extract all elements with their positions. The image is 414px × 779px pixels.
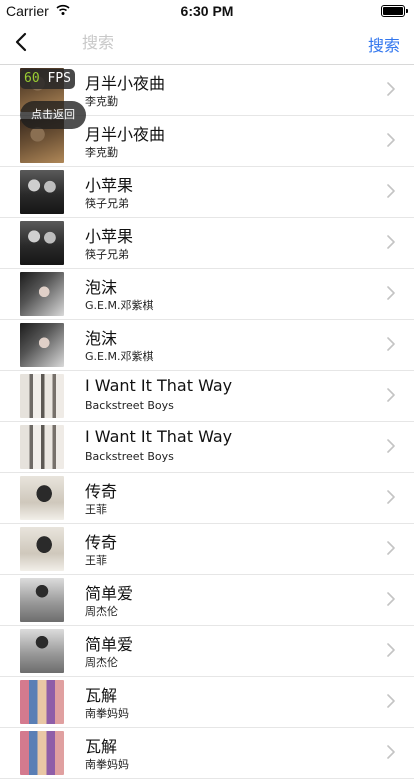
song-artist: 李克勤	[85, 146, 118, 159]
chevron-right-icon	[387, 745, 395, 759]
chevron-right-icon	[387, 337, 395, 351]
song-title: I Want It That Way	[85, 427, 233, 446]
album-cover-image	[20, 476, 64, 520]
chevron-right-icon	[387, 388, 395, 402]
song-artist: 南拳妈妈	[85, 707, 129, 720]
song-title: 泡沫	[85, 278, 118, 297]
song-title: 小苹果	[85, 227, 134, 246]
song-title: 小苹果	[85, 176, 134, 195]
album-cover-image	[20, 527, 64, 571]
album-cover-image	[20, 323, 64, 367]
search-nav-bar: 搜索	[0, 22, 414, 65]
song-row[interactable]: 泡沫 G.E.M.邓紫棋	[0, 320, 414, 371]
song-artist: G.E.M.邓紫棋	[85, 350, 154, 363]
song-artist: 王菲	[85, 554, 107, 567]
song-row[interactable]: 简单爱 周杰伦	[0, 626, 414, 677]
album-cover-image	[20, 170, 64, 214]
chevron-right-icon	[387, 235, 395, 249]
album-cover-image	[20, 425, 64, 469]
song-artist: 王菲	[85, 503, 107, 516]
song-row[interactable]: 传奇 王菲	[0, 524, 414, 575]
song-title: 月半小夜曲	[85, 74, 166, 93]
song-artist: 周杰伦	[85, 656, 118, 669]
chevron-right-icon	[387, 541, 395, 555]
album-cover-image	[20, 629, 64, 673]
song-row[interactable]: I Want It That Way Backstreet Boys	[0, 371, 414, 422]
song-row[interactable]: 传奇 王菲	[0, 473, 414, 524]
fps-value: 60	[24, 71, 40, 86]
song-row[interactable]: 简单爱 周杰伦	[0, 575, 414, 626]
song-artist: Backstreet Boys	[85, 399, 174, 412]
song-artist: Backstreet Boys	[85, 450, 174, 463]
song-row[interactable]: 泡沫 G.E.M.邓紫棋	[0, 269, 414, 320]
status-bar: Carrier 6:30 PM	[0, 0, 414, 22]
song-title: I Want It That Way	[85, 376, 233, 395]
song-title: 简单爱	[85, 635, 134, 654]
search-input[interactable]	[82, 30, 332, 54]
battery-icon	[381, 5, 408, 17]
back-toast-button[interactable]: 点击返回	[20, 101, 86, 129]
song-artist: 筷子兄弟	[85, 197, 129, 210]
chevron-right-icon	[387, 286, 395, 300]
song-title: 传奇	[85, 533, 118, 552]
chevron-right-icon	[387, 82, 395, 96]
song-title: 瓦解	[85, 686, 118, 705]
chevron-right-icon	[387, 490, 395, 504]
song-artist: G.E.M.邓紫棋	[85, 299, 154, 312]
song-row[interactable]: I Want It That Way Backstreet Boys	[0, 422, 414, 473]
song-title: 传奇	[85, 482, 118, 501]
song-title: 月半小夜曲	[85, 125, 166, 144]
album-cover-image	[20, 374, 64, 418]
fps-counter: 60 FPS	[20, 69, 75, 89]
song-artist: 李克勤	[85, 95, 118, 108]
chevron-right-icon	[387, 184, 395, 198]
status-time: 6:30 PM	[180, 3, 234, 19]
song-artist: 筷子兄弟	[85, 248, 129, 261]
album-cover-image	[20, 578, 64, 622]
chevron-right-icon	[387, 694, 395, 708]
fps-unit: FPS	[39, 71, 71, 86]
song-artist: 周杰伦	[85, 605, 118, 618]
song-artist: 南拳妈妈	[85, 758, 129, 771]
song-row[interactable]: 小苹果 筷子兄弟	[0, 167, 414, 218]
song-title: 瓦解	[85, 737, 118, 756]
album-cover-image	[20, 680, 64, 724]
song-list: 月半小夜曲 李克勤 月半小夜曲 李克勤 小苹果 筷子兄弟 小苹果 筷子兄弟 泡沫 G.E.M.邓紫…	[0, 65, 414, 779]
chevron-right-icon	[387, 643, 395, 657]
album-cover-image	[20, 731, 64, 775]
back-arrow-icon[interactable]	[10, 30, 34, 54]
song-row[interactable]: 瓦解 南拳妈妈	[0, 677, 414, 728]
chevron-right-icon	[387, 439, 395, 453]
album-cover-image	[20, 221, 64, 265]
song-title: 泡沫	[85, 329, 118, 348]
search-button[interactable]: 搜索	[368, 32, 400, 56]
chevron-right-icon	[387, 133, 395, 147]
album-cover-image	[20, 272, 64, 316]
song-row[interactable]: 小苹果 筷子兄弟	[0, 218, 414, 269]
song-title: 简单爱	[85, 584, 134, 603]
chevron-right-icon	[387, 592, 395, 606]
